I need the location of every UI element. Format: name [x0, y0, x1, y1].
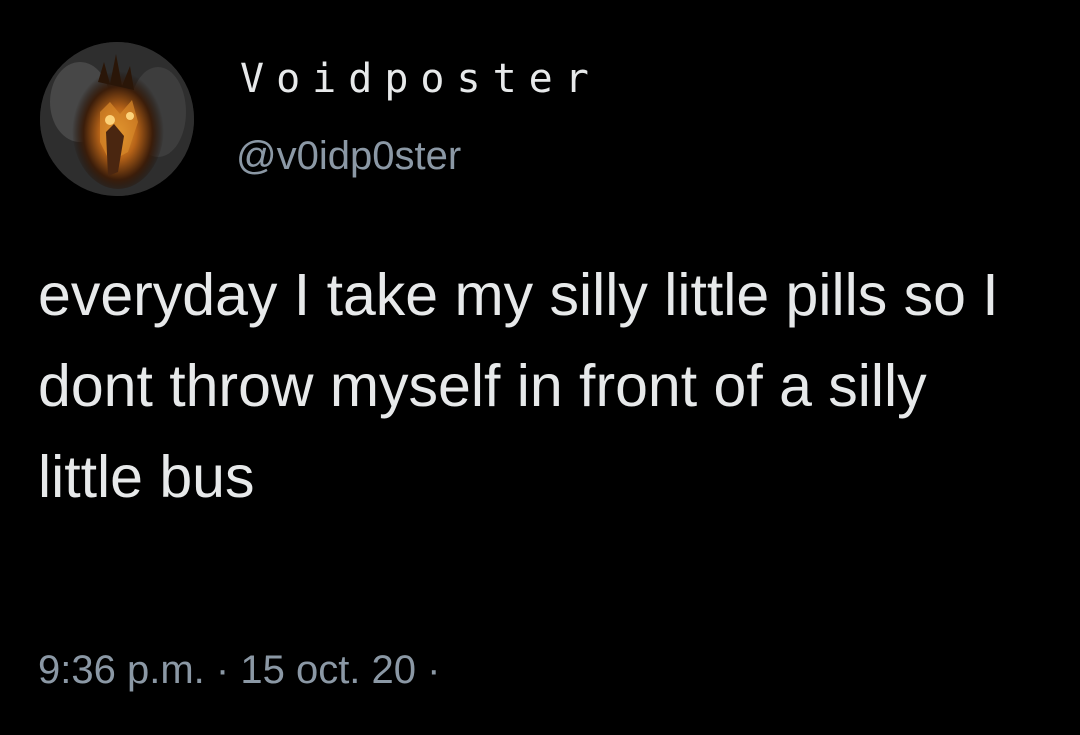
- burning-face-avatar-icon: [40, 42, 194, 196]
- tweet-meta: 9:36 p.m. · 15 oct. 20 ·: [38, 648, 440, 693]
- tweet-text: everyday I take my silly little pills so…: [38, 262, 999, 510]
- meta-separator-trailing: ·: [427, 648, 441, 692]
- user-handle[interactable]: @v0idp0ster: [236, 134, 461, 179]
- meta-separator: ·: [215, 648, 230, 692]
- avatar[interactable]: [40, 42, 194, 196]
- tweet-card: Voidposter @v0idp0ster everyday I take m…: [0, 0, 1080, 735]
- tweet-time[interactable]: 9:36 p.m.: [38, 648, 205, 692]
- tweet-date[interactable]: 15 oct. 20: [240, 648, 416, 692]
- display-name[interactable]: Voidposter: [240, 56, 601, 102]
